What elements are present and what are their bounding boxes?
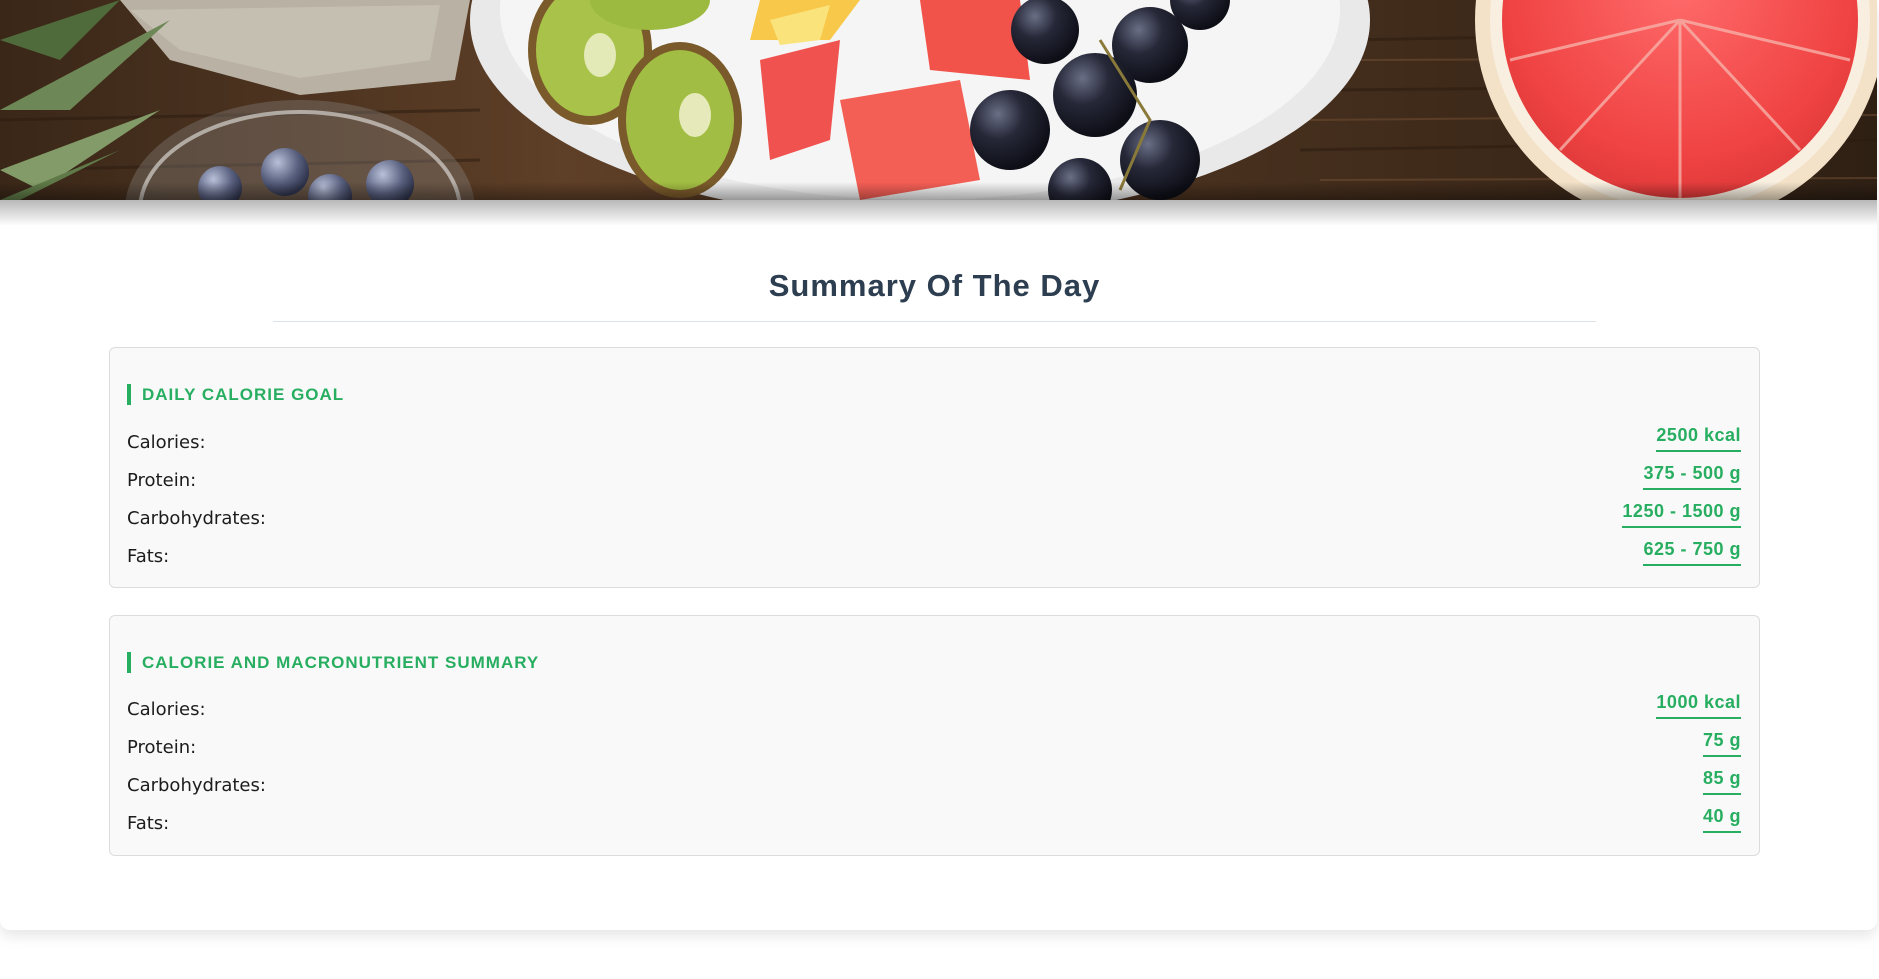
goal-row-carbohydrates: Carbohydrates: 1250 - 1500 g: [127, 501, 1741, 539]
row-value: 1250 - 1500 g: [1622, 501, 1741, 528]
summary-row-protein: Protein: 75 g: [127, 730, 1741, 768]
page-title: Summary Of The Day: [768, 268, 1101, 303]
summary-row-carbohydrates: Carbohydrates: 85 g: [127, 768, 1741, 806]
row-label: Fats:: [127, 546, 170, 567]
summary-row-fats: Fats: 40 g: [127, 806, 1741, 844]
row-value: 40 g: [1702, 806, 1741, 833]
row-label: Carbohydrates:: [127, 508, 266, 529]
hero-shadow: [0, 200, 1877, 226]
summary-row-calories: Calories: 1000 kcal: [127, 692, 1741, 730]
row-value: 625 - 750 g: [1643, 539, 1741, 566]
title-divider: [273, 321, 1596, 322]
hero-banner: [0, 0, 1877, 200]
row-value: 375 - 500 g: [1643, 463, 1741, 490]
row-label: Calories:: [127, 699, 206, 720]
goal-row-protein: Protein: 375 - 500 g: [127, 463, 1741, 501]
fruit-bowl-photo: [0, 0, 1877, 200]
daily-calorie-goal-panel: DAILY CALORIE GOAL Calories: 2500 kcal P…: [109, 347, 1760, 588]
row-value: 1000 kcal: [1656, 692, 1741, 719]
page: Summary Of The Day DAILY CALORIE GOAL Ca…: [0, 0, 1879, 979]
row-label: Protein:: [127, 470, 197, 491]
summary-card: Summary Of The Day DAILY CALORIE GOAL Ca…: [0, 0, 1877, 930]
row-value: 75 g: [1702, 730, 1741, 757]
row-label: Carbohydrates:: [127, 775, 266, 796]
panel-heading: CALORIE AND MACRONUTRIENT SUMMARY: [127, 652, 539, 673]
goal-row-fats: Fats: 625 - 750 g: [127, 539, 1741, 577]
panel-heading: DAILY CALORIE GOAL: [127, 384, 344, 405]
row-label: Protein:: [127, 737, 197, 758]
macronutrient-summary-panel: CALORIE AND MACRONUTRIENT SUMMARY Calori…: [109, 615, 1760, 856]
row-label: Fats:: [127, 813, 170, 834]
goal-row-calories: Calories: 2500 kcal: [127, 425, 1741, 463]
row-value: 2500 kcal: [1656, 425, 1741, 452]
row-value: 85 g: [1702, 768, 1741, 795]
row-label: Calories:: [127, 432, 206, 453]
